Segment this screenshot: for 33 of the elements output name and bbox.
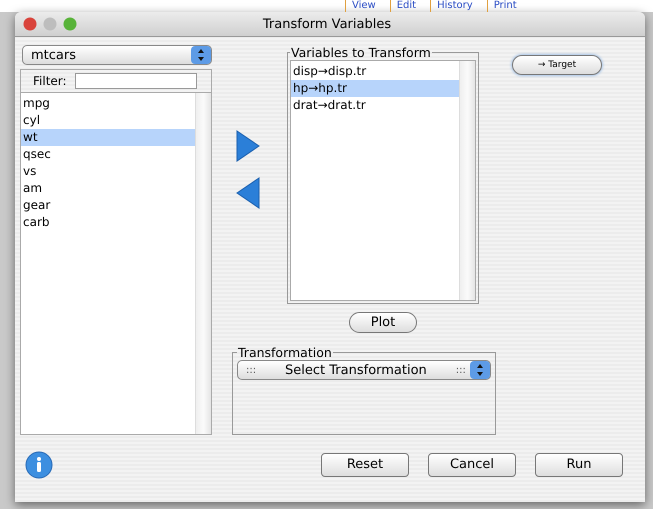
- variable-item[interactable]: am: [21, 180, 195, 197]
- stepper-icon: [191, 46, 211, 64]
- transform-item[interactable]: disp→disp.tr: [291, 63, 459, 80]
- dialog-button[interactable]: Run: [535, 452, 623, 476]
- dialog-button[interactable]: Cancel: [428, 452, 516, 476]
- plot-button[interactable]: Plot: [349, 312, 417, 333]
- left-arrow-icon[interactable]: [236, 177, 260, 209]
- window-title: Transform Variables: [262, 16, 392, 32]
- transform-item[interactable]: hp→hp.tr: [291, 80, 459, 97]
- transformation-dropdown[interactable]: ::: Select Transformation :::: [237, 360, 491, 380]
- group-title: Transformation: [237, 345, 333, 360]
- variable-item[interactable]: vs: [21, 163, 195, 180]
- variable-item[interactable]: gear: [21, 197, 195, 214]
- scrollbar[interactable]: [195, 93, 211, 434]
- scrollbar[interactable]: [459, 61, 475, 300]
- minimize-icon[interactable]: [43, 17, 57, 31]
- stepper-icon: [470, 361, 490, 379]
- variable-item[interactable]: carb: [21, 214, 195, 231]
- filter-field[interactable]: [74, 73, 197, 89]
- group-title: Variables to Transform: [290, 45, 432, 60]
- right-arrow-icon[interactable]: [236, 130, 260, 162]
- variable-item[interactable]: mpg: [21, 95, 195, 112]
- variable-item[interactable]: qsec: [21, 146, 195, 163]
- transform-item[interactable]: drat→drat.tr: [291, 97, 459, 114]
- filter-label: Filter:: [33, 74, 67, 88]
- zoom-icon[interactable]: [63, 17, 77, 31]
- dataset-dropdown[interactable]: mtcars: [22, 45, 212, 65]
- close-icon[interactable]: [23, 17, 37, 31]
- target-button[interactable]: → Target: [512, 55, 602, 75]
- variable-item[interactable]: wt: [21, 129, 195, 146]
- dialog-button[interactable]: Reset: [321, 452, 409, 476]
- variable-item[interactable]: cyl: [21, 112, 195, 129]
- info-icon[interactable]: [25, 450, 53, 478]
